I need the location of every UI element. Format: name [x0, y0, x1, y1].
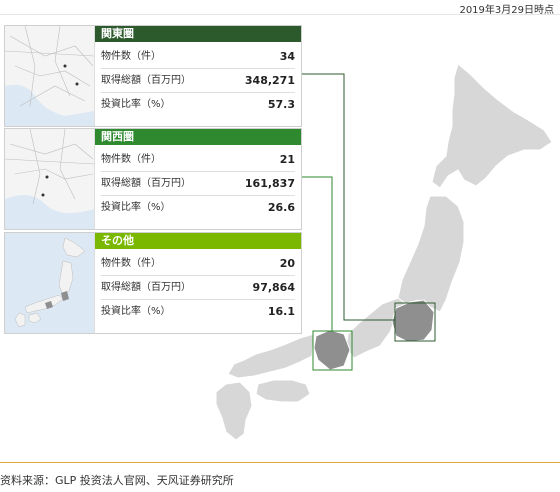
count-label: 物件数（件） [101, 154, 161, 165]
amount-row: 取得総額（百万円） 348,271 [101, 70, 295, 93]
region-panel-kansai: 関西圏 物件数（件） 21 取得総額（百万円） 161,837 投資比率（%） … [4, 128, 302, 230]
ratio-label: 投資比率（%） [101, 306, 171, 317]
other-thumbnail-map [5, 233, 95, 333]
ratio-value: 16.1 [267, 305, 295, 318]
region-panel-kanto: 関東圏 物件数（件） 34 取得総額（百万円） 348,271 投資比率（%） … [4, 25, 302, 127]
region-title: 関西圏 [95, 129, 301, 145]
kansai-connector [300, 176, 333, 331]
count-row: 物件数（件） 34 [101, 46, 295, 69]
amount-value: 97,864 [252, 281, 295, 294]
amount-value: 348,271 [244, 74, 295, 87]
region-panel-other: その他 物件数（件） 20 取得総額（百万円） 97,864 投資比率（%） 1… [4, 232, 302, 334]
count-row: 物件数（件） 21 [101, 149, 295, 172]
ratio-label: 投資比率（%） [101, 99, 171, 110]
ratio-value: 57.3 [267, 98, 295, 111]
kansai-highlight [313, 329, 351, 371]
ratio-value: 26.6 [267, 201, 295, 214]
kyushu-region [215, 381, 253, 441]
kansai-thumbnail-map [5, 129, 95, 229]
count-value: 34 [279, 50, 295, 63]
amount-row: 取得総額（百万円） 161,837 [101, 173, 295, 196]
amount-label: 取得総額（百万円） [101, 178, 191, 189]
amount-value: 161,837 [244, 177, 295, 190]
amount-row: 取得総額（百万円） 97,864 [101, 277, 295, 300]
ratio-label: 投資比率（%） [101, 202, 171, 213]
count-label: 物件数（件） [101, 51, 161, 62]
region-title: その他 [95, 233, 301, 249]
amount-label: 取得総額（百万円） [101, 75, 191, 86]
ratio-row: 投資比率（%） 16.1 [101, 301, 295, 323]
shikoku-region [255, 379, 311, 403]
ratio-row: 投資比率（%） 26.6 [101, 197, 295, 219]
chugoku-region [227, 333, 315, 379]
amount-label: 取得総額（百万円） [101, 282, 191, 293]
kanto-connector [300, 73, 395, 321]
count-value: 20 [279, 257, 295, 270]
count-row: 物件数（件） 20 [101, 253, 295, 276]
source-note: 资料来源：GLP 投资法人官网、天风证券研究所 [0, 474, 234, 487]
count-value: 21 [279, 153, 295, 166]
region-title: 関東圏 [95, 26, 301, 42]
tohoku-region [397, 195, 465, 313]
footer-rule [0, 462, 560, 463]
kanto-thumbnail-map [5, 26, 95, 126]
count-label: 物件数（件） [101, 258, 161, 269]
ratio-row: 投資比率（%） 57.3 [101, 94, 295, 116]
hokkaido-region [431, 63, 553, 189]
